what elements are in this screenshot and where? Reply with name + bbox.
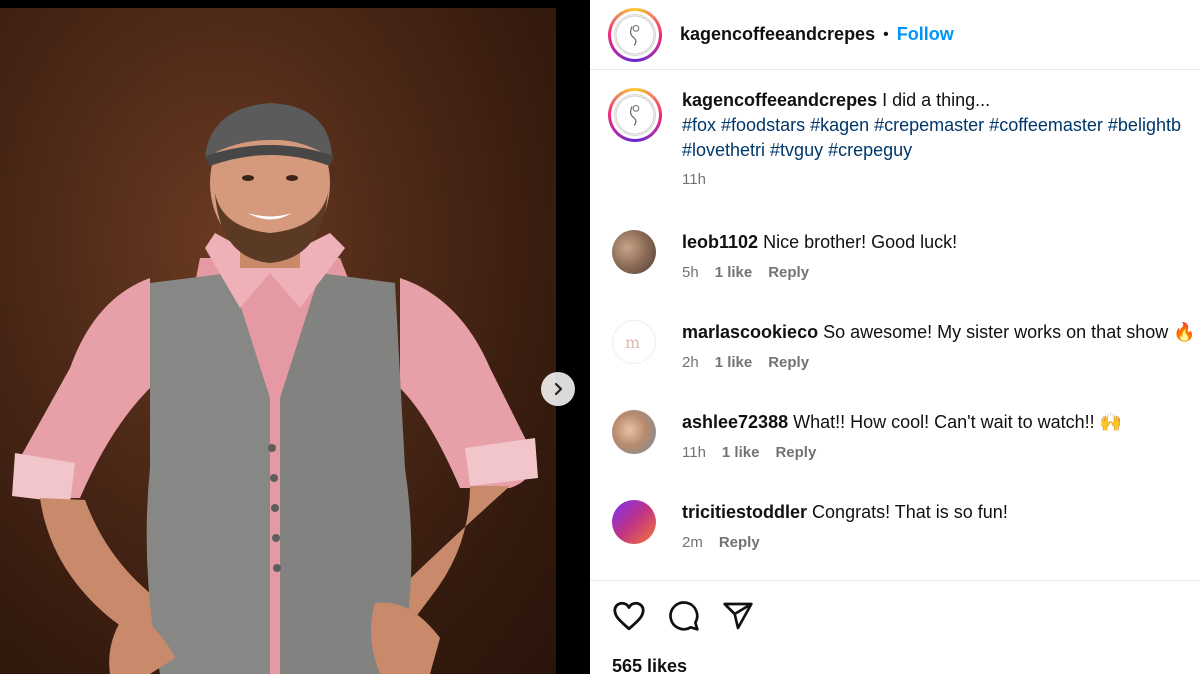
likes-count[interactable]: 565 likes	[612, 656, 687, 674]
heart-icon[interactable]	[612, 600, 646, 632]
comment-item: tricitiestoddler Congrats! That is so fu…	[612, 500, 1200, 551]
comment-username[interactable]: ashlee72388	[682, 412, 788, 432]
caption-timestamp: 11h	[682, 171, 706, 188]
kagen-logo-icon	[614, 13, 656, 56]
commenter-avatar[interactable]	[612, 410, 656, 454]
avatar-inner	[611, 91, 659, 139]
comment-time: 2m	[682, 534, 703, 551]
reply-button[interactable]: Reply	[768, 264, 809, 281]
comment-username[interactable]: leob1102	[682, 232, 758, 252]
svg-text:m: m	[625, 333, 640, 352]
reply-button[interactable]: Reply	[768, 354, 809, 371]
separator-dot: •	[883, 25, 889, 43]
commenter-avatar[interactable]: m	[612, 320, 656, 364]
next-photo-button[interactable]	[541, 372, 575, 406]
comment-text: So awesome! My sister works on that show…	[823, 322, 1196, 342]
follow-button[interactable]: Follow	[897, 24, 954, 45]
kagen-logo-icon	[614, 94, 656, 136]
photo-illustration	[12, 103, 538, 674]
comment-time: 11h	[682, 444, 706, 461]
commenter-avatar[interactable]	[612, 230, 656, 274]
post-caption: kagencoffeeandcrepes I did a thing... #f…	[608, 88, 1200, 188]
author-avatar[interactable]	[608, 7, 662, 62]
comment-icon[interactable]	[668, 600, 700, 632]
reply-button[interactable]: Reply	[719, 534, 760, 551]
chevron-right-icon	[554, 382, 563, 396]
caption-username[interactable]: kagencoffeeandcrepes	[682, 90, 877, 110]
comment-username[interactable]: tricitiestoddler	[682, 502, 807, 522]
avatar-inner	[611, 10, 659, 59]
comment-item: leob1102 Nice brother! Good luck! 5h 1 l…	[612, 230, 1200, 281]
post-panel: kagencoffeeandcrepes • Follow kagencoffe…	[590, 0, 1200, 674]
comment-time: 5h	[682, 264, 699, 281]
post-photo	[0, 8, 556, 674]
caption-hashtags-line2[interactable]: #lovethetri #tvguy #crepeguy	[682, 138, 1181, 163]
caption-body: I did a thing...	[882, 90, 991, 110]
comment-likes[interactable]: 1 like	[715, 264, 753, 281]
comment-item: m marlascookieco So awesome! My sister w…	[612, 320, 1200, 371]
comment-likes[interactable]: 1 like	[722, 444, 760, 461]
comment-time: 2h	[682, 354, 699, 371]
caption-avatar[interactable]	[608, 88, 662, 142]
author-username[interactable]: kagencoffeeandcrepes	[680, 24, 875, 45]
comment-username[interactable]: marlascookieco	[682, 322, 818, 342]
post-media	[0, 0, 590, 674]
comment-text: What!! How cool! Can't wait to watch!! 🙌	[793, 412, 1123, 432]
post-actions	[612, 600, 754, 632]
commenter-avatar[interactable]	[612, 500, 656, 544]
comment-likes[interactable]: 1 like	[715, 354, 753, 371]
share-icon[interactable]	[722, 600, 754, 632]
caption-text: kagencoffeeandcrepes I did a thing... #f…	[682, 88, 1181, 163]
caption-hashtags-line1[interactable]: #fox #foodstars #kagen #crepemaster #cof…	[682, 113, 1181, 138]
reply-button[interactable]: Reply	[775, 444, 816, 461]
marlas-logo-icon: m	[625, 333, 640, 352]
comment-item: ashlee72388 What!! How cool! Can't wait …	[612, 410, 1200, 461]
comment-text: Nice brother! Good luck!	[763, 232, 958, 252]
comment-text: Congrats! That is so fun!	[812, 502, 1008, 522]
actions-divider	[590, 580, 1200, 581]
post-header: kagencoffeeandcrepes • Follow	[590, 0, 1200, 70]
